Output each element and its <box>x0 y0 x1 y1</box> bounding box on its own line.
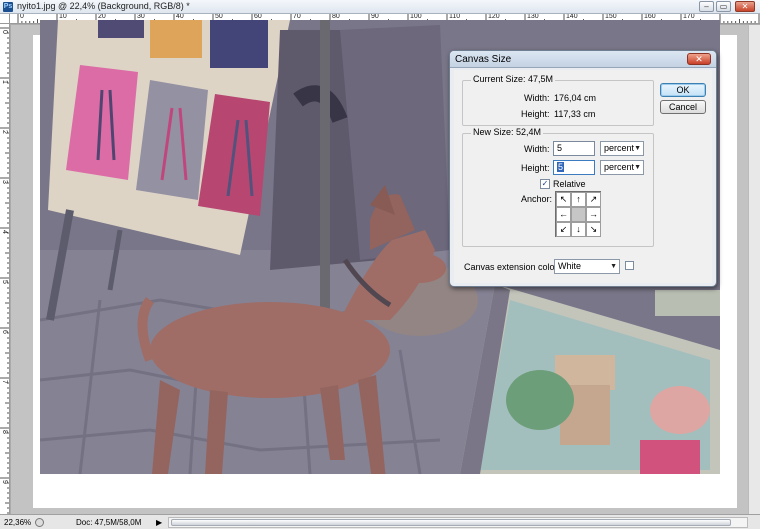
height-input-value: 5 <box>557 162 565 172</box>
extension-color-select[interactable]: White ▼ <box>554 259 620 274</box>
relative-checkbox[interactable]: ✓ <box>540 179 550 189</box>
current-width-value: 176,04 cm <box>554 93 597 103</box>
ruler-label: 0 <box>20 14 24 20</box>
status-bar: 22,36% Doc: 47,5M/58,0M ▶ <box>0 514 760 529</box>
anchor-bottom-left[interactable]: ↙ <box>556 222 571 237</box>
ruler-label: 7 <box>1 380 8 384</box>
photoshop-app-icon: Ps <box>3 2 13 12</box>
relative-label: Relative <box>553 179 586 189</box>
new-height-label: Height: <box>521 163 550 173</box>
ruler-label: 0 <box>1 30 8 34</box>
chevron-down-icon: ▼ <box>634 145 641 152</box>
current-size-group: Current Size: 47,5M <box>462 74 654 126</box>
anchor-grid: ↖ ↑ ↗ ← → ↙ ↓ ↘ <box>555 191 601 237</box>
close-window-button[interactable]: ✕ <box>735 1 755 12</box>
anchor-left[interactable]: ← <box>556 207 571 222</box>
zoom-field[interactable]: 22,36% <box>2 517 32 528</box>
ruler-label: 2 <box>1 130 8 134</box>
canvas-size-dialog: Canvas Size ✕ Current Size: 47,5M Width:… <box>449 50 717 287</box>
new-size-legend: New Size: 52,4M <box>471 127 544 137</box>
status-menu-arrow[interactable]: ▶ <box>156 518 162 527</box>
width-unit-select[interactable]: percent ▼ <box>600 141 644 156</box>
anchor-top-right[interactable]: ↗ <box>586 192 601 207</box>
width-input-value: 5 <box>557 143 563 153</box>
document-title: nyito1.jpg @ 22,4% (Background, RGB/8) * <box>17 1 190 11</box>
height-unit-value: percent <box>604 162 635 172</box>
ok-button[interactable]: OK <box>660 83 706 97</box>
extension-color-swatch[interactable] <box>625 261 634 270</box>
document-title-bar: Ps nyito1.jpg @ 22,4% (Background, RGB/8… <box>0 0 760 14</box>
ruler-label: 3 <box>1 180 8 184</box>
anchor-bottom-right[interactable]: ↘ <box>586 222 601 237</box>
ruler-label: 1 <box>1 80 8 84</box>
extension-color-label: Canvas extension color: <box>464 262 561 272</box>
dialog-title: Canvas Size <box>455 54 512 65</box>
cancel-button[interactable]: Cancel <box>660 100 706 114</box>
anchor-bottom[interactable]: ↓ <box>571 222 586 237</box>
width-input[interactable]: 5 <box>553 141 595 156</box>
current-height-label: Height: <box>521 109 550 119</box>
minimize-button[interactable]: – <box>699 1 714 12</box>
current-height-value: 117,33 cm <box>554 109 596 119</box>
current-width-label: Width: <box>524 93 550 103</box>
anchor-center[interactable] <box>571 207 586 222</box>
dialog-body: Current Size: 47,5M Width: 176,04 cm Hei… <box>454 70 712 283</box>
horizontal-scroll-thumb[interactable] <box>171 519 731 526</box>
anchor-label: Anchor: <box>521 194 553 204</box>
ruler-label: 5 <box>1 280 8 284</box>
height-unit-select[interactable]: percent ▼ <box>600 160 644 175</box>
height-input[interactable]: 5 <box>553 160 595 175</box>
current-size-legend: Current Size: 47,5M <box>471 74 556 84</box>
status-icon[interactable] <box>35 518 44 527</box>
dialog-close-button[interactable]: ✕ <box>687 53 711 65</box>
anchor-top[interactable]: ↑ <box>571 192 586 207</box>
dialog-title-bar[interactable]: Canvas Size ✕ <box>450 51 716 68</box>
vertical-ruler[interactable]: 0 1 2 3 4 5 6 7 8 9 <box>0 24 10 514</box>
vertical-scrollbar[interactable] <box>748 25 760 514</box>
ruler-ticks-vertical <box>0 27 9 514</box>
extension-color-value: White <box>558 261 582 271</box>
chevron-down-icon: ▼ <box>610 263 617 270</box>
horizontal-scrollbar[interactable] <box>168 517 748 528</box>
anchor-right[interactable]: → <box>586 207 601 222</box>
width-unit-value: percent <box>604 143 635 153</box>
ruler-label: 4 <box>1 230 8 234</box>
restore-button[interactable]: ▭ <box>716 1 731 12</box>
new-width-label: Width: <box>524 144 550 154</box>
ruler-label: 8 <box>1 430 8 434</box>
ruler-origin[interactable] <box>0 14 10 24</box>
ruler-label: 6 <box>1 330 8 334</box>
chevron-down-icon: ▼ <box>634 164 641 171</box>
document-size-info: Doc: 47,5M/58,0M <box>76 518 142 527</box>
ruler-label: 9 <box>1 480 8 484</box>
anchor-top-left[interactable]: ↖ <box>556 192 571 207</box>
